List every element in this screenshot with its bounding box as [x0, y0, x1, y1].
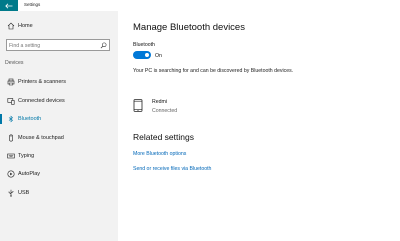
sidebar-item-connected-devices[interactable]: Connected devices: [0, 94, 118, 108]
search-input[interactable]: [9, 41, 97, 50]
sidebar-item-label: AutoPlay: [18, 170, 41, 177]
usb-icon: [7, 189, 15, 197]
keyboard-icon: [7, 152, 15, 160]
title-bar: Settings: [0, 0, 400, 11]
device-item[interactable]: Redmi Connected: [133, 97, 313, 115]
bluetooth-toggle-label: Bluetooth: [133, 42, 155, 48]
toggle-state-text: On: [155, 52, 162, 59]
sidebar-item-label: Mouse & touchpad: [18, 134, 64, 141]
active-indicator: [0, 114, 2, 124]
related-settings-heading: Related settings: [133, 132, 194, 142]
home-icon: [7, 22, 15, 30]
section-label: Devices: [5, 60, 24, 66]
main-content: Manage Bluetooth devices Bluetooth On Yo…: [118, 11, 400, 241]
page-title: Manage Bluetooth devices: [133, 22, 245, 33]
more-bluetooth-options-link[interactable]: More Bluetooth options: [133, 151, 186, 157]
sidebar-item-autoplay[interactable]: AutoPlay: [0, 167, 118, 181]
phone-icon: [133, 99, 143, 112]
sidebar-item-bluetooth[interactable]: Bluetooth: [0, 112, 118, 126]
sidebar-item-label: Bluetooth: [18, 115, 42, 122]
device-status: Connected: [152, 107, 178, 114]
mouse-icon: [7, 134, 15, 142]
back-button[interactable]: [0, 0, 18, 11]
device-name: Redmi: [152, 99, 167, 105]
search-icon: [100, 42, 107, 49]
back-arrow-icon: [5, 3, 13, 8]
sidebar-item-typing[interactable]: Typing: [0, 149, 118, 163]
printer-icon: [7, 78, 15, 86]
sidebar-item-label: USB: [18, 189, 30, 196]
app-title: Settings: [24, 2, 41, 7]
send-receive-files-link[interactable]: Send or receive files via Bluetooth: [133, 166, 211, 172]
toggle-knob: [145, 53, 149, 57]
sidebar-item-label: Printers & scanners: [18, 78, 66, 85]
sidebar-item-usb[interactable]: USB: [0, 186, 118, 200]
bluetooth-icon: [7, 115, 15, 123]
sidebar-item-mouse[interactable]: Mouse & touchpad: [0, 131, 118, 145]
autoplay-icon: [7, 170, 15, 178]
sidebar: Home Devices Printers & scanners Connect…: [0, 11, 118, 241]
sidebar-item-home[interactable]: Home: [0, 19, 118, 33]
sidebar-item-label: Home: [18, 22, 33, 29]
bluetooth-toggle[interactable]: [133, 51, 151, 59]
discovery-description: Your PC is searching for and can be disc…: [133, 68, 294, 74]
sidebar-item-label: Connected devices: [18, 97, 65, 104]
search-box[interactable]: [6, 39, 110, 51]
sidebar-item-printers[interactable]: Printers & scanners: [0, 75, 118, 89]
connected-devices-icon: [7, 97, 15, 105]
sidebar-item-label: Typing: [18, 152, 35, 159]
